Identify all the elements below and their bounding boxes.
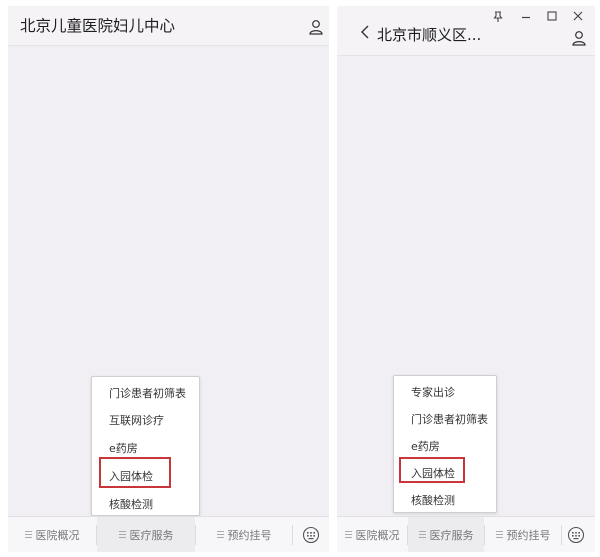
keyboard-icon[interactable] — [302, 526, 320, 544]
menu-item-nucleic-test[interactable]: 核酸检测 — [394, 492, 496, 508]
menu-lines-icon — [216, 531, 224, 538]
page-title: 北京儿童医院妇儿中心 — [20, 17, 176, 35]
tab-hospital-overview[interactable]: 医院概况 — [8, 517, 96, 552]
user-icon[interactable] — [308, 19, 324, 35]
menu-lines-icon — [418, 531, 426, 538]
tab-appointment[interactable]: 预约挂号 — [196, 517, 292, 552]
page-title: 北京市顺义区... — [377, 26, 482, 44]
left-header: 北京儿童医院妇儿中心 — [8, 6, 329, 46]
tab-hospital-overview[interactable]: 医院概况 — [337, 517, 407, 552]
menu-item-e-pharmacy[interactable]: e药房 — [92, 440, 199, 456]
pin-icon[interactable] — [493, 11, 503, 23]
highlight-box — [99, 457, 171, 488]
keyboard-icon[interactable] — [567, 526, 585, 544]
bottom-tab-bar: 医院概况 医疗服务 预约挂号 — [8, 516, 329, 552]
bottom-tab-bar: 医院概况 医疗服务 预约挂号 — [337, 516, 595, 552]
tab-medical-service[interactable]: 医疗服务 — [408, 517, 484, 552]
back-chevron-icon[interactable] — [359, 24, 371, 40]
tab-label: 预约挂号 — [506, 528, 551, 542]
service-dropdown-menu: 专家出诊 门诊患者初筛表 e药房 入园体检 核酸检测 — [393, 375, 497, 513]
close-icon[interactable] — [573, 11, 583, 21]
right-header: 北京市顺义区... — [337, 6, 595, 56]
tab-label: 预约挂号 — [227, 528, 272, 542]
menu-lines-icon — [495, 531, 503, 538]
menu-item-screening[interactable]: 门诊患者初筛表 — [394, 411, 496, 427]
tab-label: 医院概况 — [35, 528, 80, 542]
menu-item-online-consult[interactable]: 互联网诊疗 — [92, 412, 199, 428]
user-icon[interactable] — [571, 30, 587, 46]
menu-lines-icon — [118, 531, 126, 538]
tab-divider — [292, 525, 293, 545]
menu-item-screening[interactable]: 门诊患者初筛表 — [92, 385, 199, 401]
tab-medical-service[interactable]: 医疗服务 — [97, 517, 195, 552]
tab-label: 医疗服务 — [129, 528, 174, 542]
tab-divider — [561, 525, 562, 545]
tab-appointment[interactable]: 预约挂号 — [485, 517, 561, 552]
tab-label: 医院概况 — [355, 528, 400, 542]
right-phone-panel: 北京市顺义区... 专家出诊 门诊患者初筛表 e药房 入园体检 核酸检测 医院概… — [337, 6, 595, 552]
tab-label: 医疗服务 — [429, 528, 474, 542]
maximize-icon[interactable] — [547, 11, 557, 21]
menu-lines-icon — [24, 531, 32, 538]
menu-item-e-pharmacy[interactable]: e药房 — [394, 438, 496, 454]
service-dropdown-menu: 门诊患者初筛表 互联网诊疗 e药房 入园体检 核酸检测 — [91, 376, 200, 516]
highlight-box — [399, 457, 465, 483]
menu-lines-icon — [344, 531, 352, 538]
minimize-icon[interactable] — [521, 12, 531, 22]
menu-item-expert-clinic[interactable]: 专家出诊 — [394, 384, 496, 400]
left-phone-panel: 北京儿童医院妇儿中心 门诊患者初筛表 互联网诊疗 e药房 入园体检 核酸检测 医… — [8, 6, 329, 552]
menu-item-nucleic-test[interactable]: 核酸检测 — [92, 496, 199, 512]
